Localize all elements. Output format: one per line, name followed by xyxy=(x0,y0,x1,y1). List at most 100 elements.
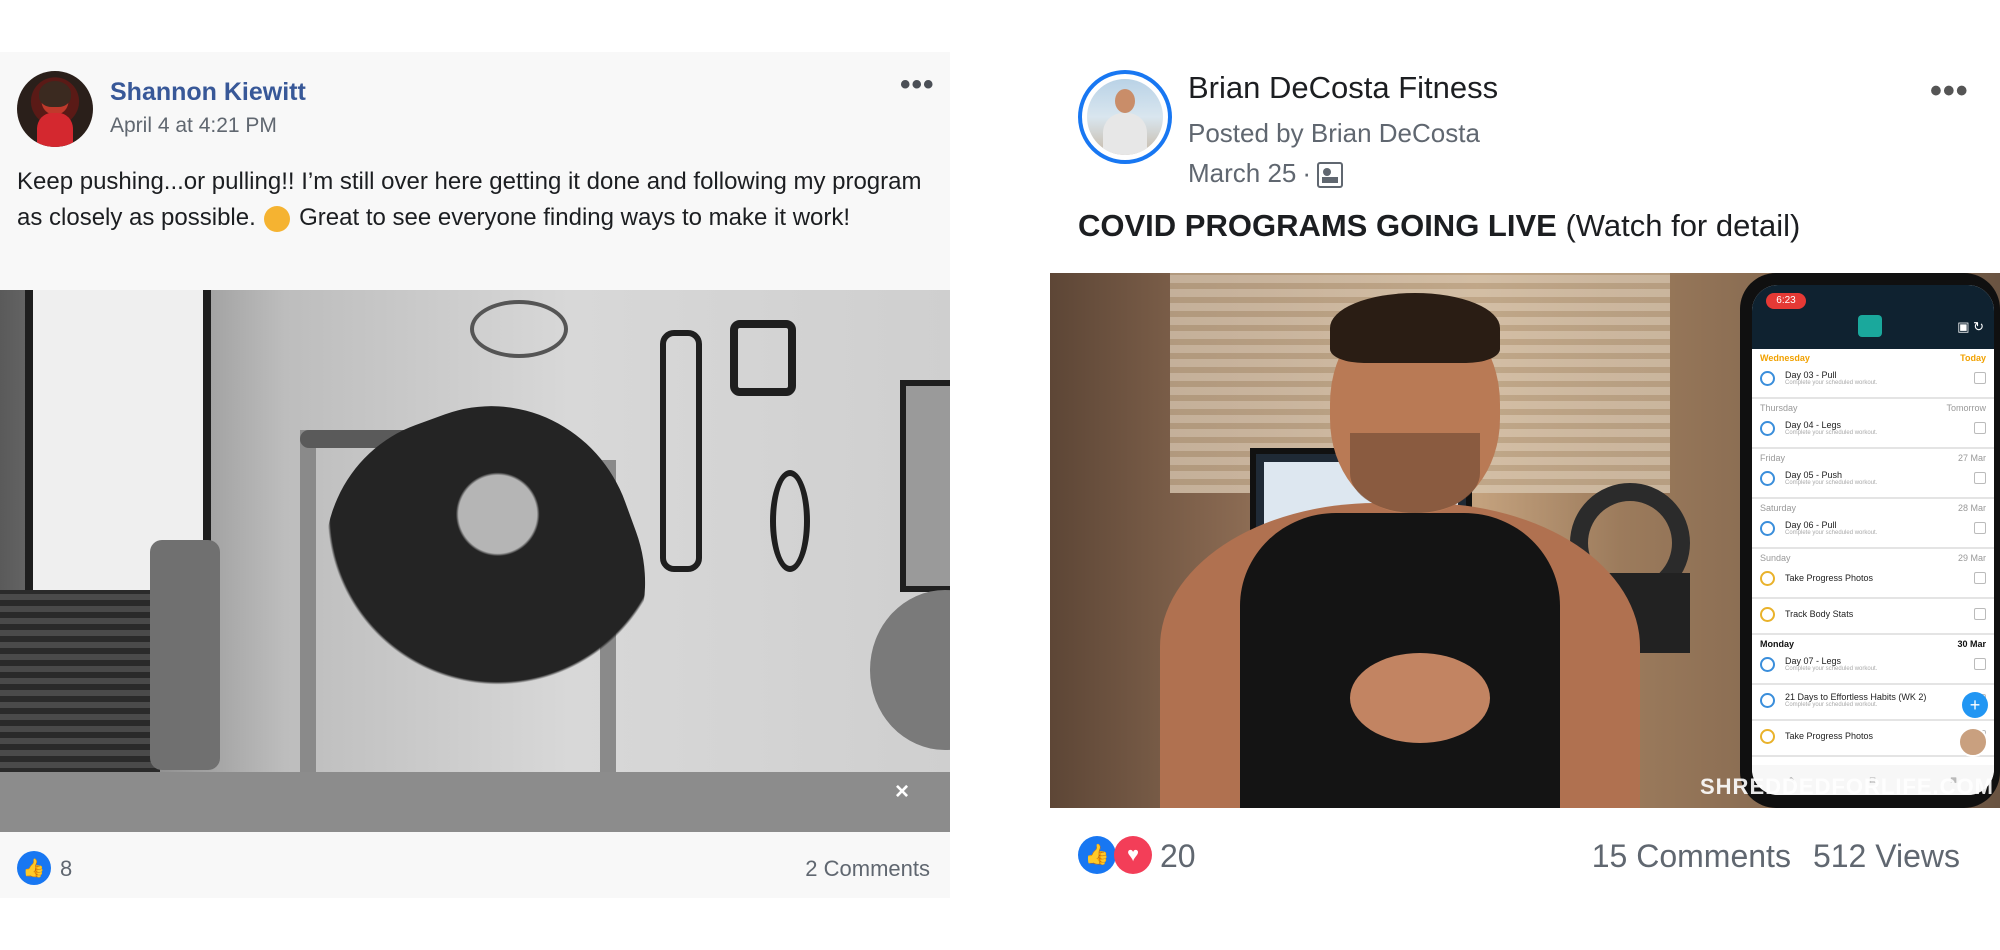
day-name: Friday xyxy=(1760,453,1786,463)
schedule-item: 21 Days to Effortless Habits (WK 2) Compl… xyxy=(1752,685,1994,721)
day-date: 27 Mar xyxy=(1957,453,1986,463)
schedule-item-title: Take Progress Photos xyxy=(1785,731,1874,741)
post-stats: 15 Comments 512 Views xyxy=(1592,838,1960,875)
post-video[interactable]: × xyxy=(0,290,950,832)
status-time: 6:23 xyxy=(1766,293,1806,309)
floor xyxy=(0,772,950,832)
post-timestamp[interactable]: April 4 at 4:21 PM xyxy=(110,114,277,138)
schedule-list: Wednesday Today Day 03 - Pull Complete your… xyxy=(1752,349,1994,757)
schedule-item-subtitle: Complete your scheduled workout. xyxy=(1785,530,1878,536)
checkbox-circle-icon xyxy=(1760,570,1775,586)
like-icon[interactable]: 👍 xyxy=(17,851,51,885)
avatar-photo xyxy=(1087,79,1163,155)
reaction-count[interactable]: 20 xyxy=(1160,838,1196,875)
more-options-icon[interactable]: ••• xyxy=(1930,72,1969,111)
item-type-icon xyxy=(1974,372,1986,384)
post-date-text[interactable]: March 25 xyxy=(1188,158,1296,188)
exercising-person xyxy=(284,366,686,774)
flexed-biceps-icon xyxy=(264,205,291,232)
schedule-item-subtitle: Complete your scheduled workout. xyxy=(1785,480,1878,486)
avatar-head xyxy=(1115,89,1135,113)
schedule-item: Track Body Stats xyxy=(1752,599,1994,635)
schedule-item: Day 05 - Push Complete your scheduled wor… xyxy=(1752,463,1994,499)
app-logo-icon xyxy=(1858,315,1882,337)
day-date: 28 Mar xyxy=(1957,503,1986,513)
avatar-hair xyxy=(39,81,71,107)
schedule-item-title: Day 07 - Legs xyxy=(1785,656,1842,666)
schedule-day-header: Monday 30 Mar xyxy=(1752,635,1994,649)
resistance-band xyxy=(660,330,702,572)
phone-screen: 6:23 ▣ ↻ Wednesday Today Day 03 - Pull Comp… xyxy=(1752,285,1994,795)
schedule-item-title: Day 05 - Push xyxy=(1785,470,1843,480)
presenter-hand xyxy=(1350,653,1490,743)
comments-link[interactable]: 2 Comments xyxy=(805,856,930,882)
reaction-count[interactable]: 8 xyxy=(60,856,72,882)
comments-link[interactable]: 15 Comments xyxy=(1592,838,1791,874)
audience-icon[interactable] xyxy=(1317,162,1344,189)
author-avatar[interactable] xyxy=(17,71,93,147)
jump-rope xyxy=(770,470,810,572)
avatar-dress xyxy=(37,113,73,147)
day-date: 30 Mar xyxy=(1957,639,1986,649)
checkbox-circle-icon xyxy=(1760,420,1775,436)
schedule-item-text: Day 04 - Legs Complete your scheduled wor… xyxy=(1785,420,1974,436)
app-header: 6:23 ▣ ↻ xyxy=(1752,285,1994,349)
schedule-item-text: Day 03 - Pull Complete your scheduled wor… xyxy=(1785,370,1974,386)
basketball-hoop xyxy=(470,300,568,358)
item-type-icon xyxy=(1974,472,1986,484)
day-name: Thursday xyxy=(1760,403,1798,413)
post-shannon: Shannon Kiewitt April 4 at 4:21 PM ••• K… xyxy=(0,52,950,898)
separator: · xyxy=(1302,158,1312,188)
checkbox-circle-icon xyxy=(1760,470,1775,486)
day-name: Wednesday xyxy=(1760,353,1810,363)
checkbox-circle-icon xyxy=(1760,606,1775,622)
resistance-band xyxy=(730,320,796,396)
add-icon: + xyxy=(1962,692,1988,718)
schedule-day-header: Wednesday Today xyxy=(1752,349,1994,363)
schedule-day-header: Saturday 28 Mar xyxy=(1752,499,1994,513)
schedule-item-text: Take Progress Photos xyxy=(1785,573,1974,583)
schedule-item-subtitle: Complete your scheduled workout. xyxy=(1785,666,1878,672)
checkbox-circle-icon xyxy=(1760,692,1775,708)
schedule-item-subtitle: Complete your scheduled workout. xyxy=(1785,430,1878,436)
calendar-refresh-icon: ▣ ↻ xyxy=(1957,319,1984,334)
schedule-item-title: Day 03 - Pull xyxy=(1785,370,1837,380)
item-type-icon xyxy=(1974,658,1986,670)
schedule-day-header: Friday 27 Mar xyxy=(1752,449,1994,463)
item-type-icon xyxy=(1974,572,1986,584)
post-text-part2: Great to see everyone finding ways to ma… xyxy=(292,204,851,231)
schedule-item: Day 06 - Pull Complete your scheduled wor… xyxy=(1752,513,1994,549)
punching-bag xyxy=(150,540,220,770)
like-icon[interactable]: 👍 xyxy=(1078,836,1116,874)
coach-avatar xyxy=(1958,727,1988,757)
author-name[interactable]: Shannon Kiewitt xyxy=(110,78,306,107)
schedule-item-text: Day 05 - Push Complete your scheduled wor… xyxy=(1785,470,1974,486)
schedule-item-text: Day 07 - Legs Complete your scheduled wor… xyxy=(1785,656,1974,672)
checkbox-circle-icon xyxy=(1760,656,1775,672)
views-count: 512 Views xyxy=(1812,838,1960,874)
more-options-icon[interactable]: ••• xyxy=(900,68,935,102)
checkbox-circle-icon xyxy=(1760,370,1775,386)
exercise-ball xyxy=(870,590,950,750)
schedule-item-title: Take Progress Photos xyxy=(1785,573,1874,583)
schedule-item: Day 04 - Legs Complete your scheduled wor… xyxy=(1752,413,1994,449)
schedule-item-title: Day 04 - Legs xyxy=(1785,420,1842,430)
mute-icon[interactable]: × xyxy=(882,778,922,808)
day-date: Today xyxy=(1960,353,1986,363)
schedule-item-text: Track Body Stats xyxy=(1785,609,1974,619)
schedule-item: Day 03 - Pull Complete your scheduled wor… xyxy=(1752,363,1994,399)
posted-by: Posted by Brian DeCosta xyxy=(1188,118,1480,148)
schedule-item-subtitle: Complete your scheduled workout. xyxy=(1785,380,1878,386)
schedule-item-title: 21 Days to Effortless Habits (WK 2) xyxy=(1785,692,1927,702)
author-avatar[interactable] xyxy=(1078,70,1172,164)
post-video[interactable]: 6:23 ▣ ↻ Wednesday Today Day 03 - Pull Comp… xyxy=(1050,273,2000,808)
presenter-hair xyxy=(1330,293,1500,363)
checkbox-circle-icon xyxy=(1760,728,1775,744)
page-name[interactable]: Brian DeCosta Fitness xyxy=(1188,70,1498,106)
schedule-item-title: Day 06 - Pull xyxy=(1785,520,1837,530)
item-type-icon xyxy=(1974,522,1986,534)
day-date: 29 Mar xyxy=(1957,553,1986,563)
schedule-day-header: Thursday Tomorrow xyxy=(1752,399,1994,413)
schedule-item-subtitle: Complete your scheduled workout. xyxy=(1785,702,1878,708)
love-icon[interactable]: ♥ xyxy=(1114,836,1152,874)
